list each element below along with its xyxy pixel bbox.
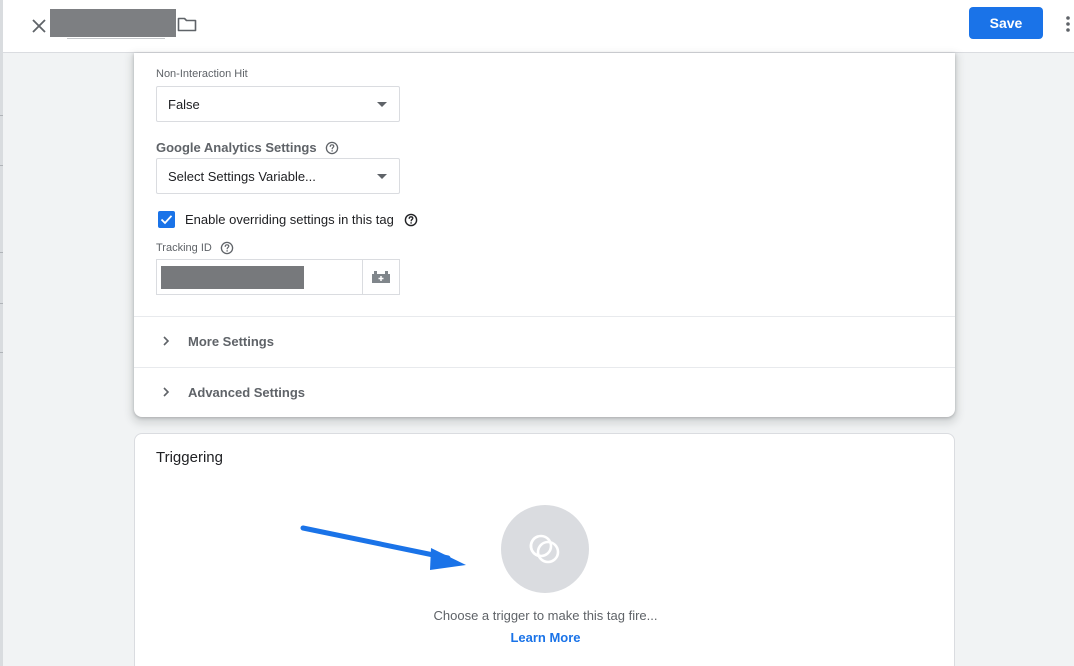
folder-icon [177,17,197,32]
checkmark-icon [160,215,173,225]
ga-settings-heading: Google Analytics Settings [156,140,339,155]
close-icon [32,19,46,33]
dropdown-arrow-icon [377,174,387,179]
chevron-right-icon [162,335,174,347]
more-settings-toggle[interactable]: More Settings [134,317,955,365]
insert-variable-button[interactable] [362,259,400,295]
edge-mark [0,165,3,166]
non-interaction-select[interactable]: False [156,86,400,122]
more-vert-icon [1066,16,1070,32]
help-icon[interactable] [325,141,339,155]
more-options-button[interactable] [1060,10,1074,38]
trigger-icon [529,534,560,564]
close-button[interactable] [25,12,53,40]
tag-configuration-card: Non-Interaction Hit False Google Analyti… [134,53,955,417]
trigger-hint-text: Choose a trigger to make this tag fire..… [433,608,658,623]
tag-name-underline [67,38,165,39]
override-settings-checkbox[interactable] [158,211,175,228]
advanced-settings-label: Advanced Settings [188,384,306,400]
override-settings-row: Enable overriding settings in this tag [158,211,418,228]
variable-brick-icon [372,271,390,283]
folder-button[interactable] [175,13,199,35]
editor-header: Save [3,0,1074,53]
ga-settings-label: Google Analytics Settings [156,140,317,155]
edge-mark [0,303,3,304]
advanced-settings-toggle[interactable]: Advanced Settings [134,368,955,416]
annotation-arrow [300,525,466,570]
edge-mark [0,352,3,353]
add-trigger-button[interactable] [501,505,589,593]
triggering-card: Triggering Choose a trigger to make this… [134,433,955,666]
ga-settings-select[interactable]: Select Settings Variable... [156,158,400,194]
help-icon[interactable] [404,213,418,227]
tracking-id-label: Tracking ID [156,242,212,254]
learn-more-link[interactable]: Learn More [135,630,956,645]
tracking-id-input[interactable] [156,259,363,295]
more-settings-label: More Settings [188,333,274,349]
tracking-id-heading: Tracking ID [156,241,234,255]
dropdown-arrow-icon [377,102,387,107]
redacted-tracking-id [161,266,304,289]
override-settings-label: Enable overriding settings in this tag [185,212,394,227]
underlying-page-edge [0,0,3,666]
redacted-tag-name[interactable] [50,9,176,37]
chevron-right-icon [162,386,174,398]
non-interaction-value: False [168,96,200,112]
edge-mark [0,252,3,253]
help-icon[interactable] [220,241,234,255]
ga-settings-value: Select Settings Variable... [168,168,316,184]
non-interaction-label: Non-Interaction Hit [156,68,248,80]
edge-mark [0,115,3,116]
triggering-title: Triggering [156,449,223,466]
save-button[interactable]: Save [969,7,1043,39]
